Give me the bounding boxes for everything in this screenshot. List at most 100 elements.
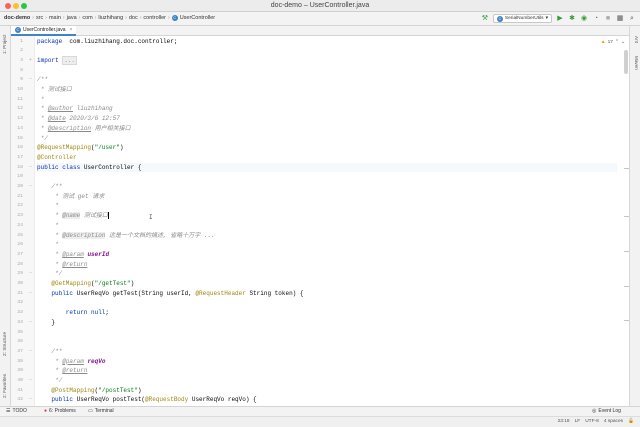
tab-user-controller[interactable]: C UserController.java × xyxy=(11,26,77,36)
line-separator[interactable]: LF xyxy=(575,419,581,424)
code-editor[interactable]: 1 2 3 +8 9−10 11 12 13 14 15 16 17 18−19 20−21 22 23 24 2… xyxy=(11,36,629,406)
code-token[interactable]: ... xyxy=(62,55,78,65)
inspection-widget[interactable]: ▲ 17 ⌃ ⌄ xyxy=(601,39,625,45)
lock-icon[interactable]: 🔓 xyxy=(628,419,634,424)
indent-setting[interactable]: 4 spaces xyxy=(604,419,623,424)
code-line[interactable]: @PostMapping("/postTest") xyxy=(37,386,617,396)
code-line[interactable]: * @return xyxy=(37,260,617,270)
code-line[interactable] xyxy=(37,337,617,347)
close-icon[interactable]: × xyxy=(70,27,73,33)
event-log-tool-button[interactable]: ◎ Event Log xyxy=(592,408,621,414)
structure-tool-button[interactable]: Z: Structure xyxy=(2,332,7,356)
code-line[interactable]: * xyxy=(37,201,617,211)
line-number: 41 xyxy=(17,387,23,393)
breadcrumb-item[interactable]: com xyxy=(82,15,92,21)
code-line[interactable]: @Controller xyxy=(37,153,617,163)
coverage-icon[interactable]: ◉ xyxy=(580,15,588,23)
code-line[interactable]: * 测试 get 请求 xyxy=(37,192,617,202)
code-line[interactable] xyxy=(37,328,617,338)
code-line[interactable]: */ xyxy=(37,134,617,144)
profile-icon[interactable]: ◔ xyxy=(592,15,600,23)
code-line[interactable]: @RequestMapping("/user") xyxy=(37,143,617,153)
maven-tool-button[interactable]: Maven xyxy=(634,56,639,70)
code-line[interactable]: * xyxy=(37,240,617,250)
search-icon[interactable]: ⌕ xyxy=(628,15,636,23)
code-token: */ xyxy=(37,134,48,142)
code-line[interactable]: * xyxy=(37,95,617,105)
run-configuration-select[interactable]: C SerialNumberUtils ▾ xyxy=(492,14,552,23)
breadcrumb-item[interactable]: UserController xyxy=(180,15,215,21)
code-line[interactable]: * @description 这是一个文档的描述, 省略十万字 ... xyxy=(37,231,617,241)
code-line[interactable]: import ... xyxy=(37,55,617,66)
code-line[interactable]: * @param reqVo xyxy=(37,357,617,367)
project-tool-button[interactable]: 1: Project xyxy=(2,35,7,54)
breadcrumb-item[interactable]: java xyxy=(67,15,77,21)
code-line[interactable]: @GetMapping("/getTest") xyxy=(37,279,617,289)
fold-toggle-icon[interactable]: − xyxy=(29,347,32,357)
file-encoding[interactable]: UTF-8 xyxy=(585,419,599,424)
code-line[interactable]: } xyxy=(37,318,617,328)
caret-position[interactable]: 23:18 xyxy=(558,419,570,424)
fold-toggle-icon[interactable]: − xyxy=(29,289,32,299)
code-line[interactable] xyxy=(37,46,617,56)
code-line[interactable]: * 测试接口 xyxy=(37,85,617,95)
code-line[interactable]: return null; xyxy=(37,308,617,318)
code-token: liuzhihang xyxy=(73,105,113,113)
code-line[interactable] xyxy=(37,172,617,182)
breadcrumb-item[interactable]: doc xyxy=(129,15,138,21)
stop-icon[interactable]: ■ xyxy=(604,15,612,23)
code-line[interactable]: * @date 2020/3/6 12:57 xyxy=(37,114,617,124)
code-line[interactable]: public UserReqVo getTest(String userId, … xyxy=(37,289,617,299)
terminal-tool-button[interactable]: ▭ Terminal xyxy=(88,408,114,414)
fold-toggle-icon[interactable]: − xyxy=(29,163,32,173)
fold-toggle-icon[interactable]: − xyxy=(29,376,32,386)
problems-tool-button[interactable]: ● 6: Problems xyxy=(44,408,76,414)
ant-tool-button[interactable]: Ant xyxy=(634,36,639,43)
breadcrumb-item[interactable]: liuzhihang xyxy=(98,15,123,21)
line-number-gutter: 1 2 3 +8 9−10 11 12 13 14 15 16 17 18−19 20−21 22 23 24 2… xyxy=(11,36,35,406)
right-tool-strip: Ant Maven xyxy=(629,26,640,406)
code-line[interactable]: /** xyxy=(37,347,617,357)
breadcrumb-item[interactable]: doc-demo xyxy=(4,15,30,21)
line-number: 8 xyxy=(20,67,23,73)
code-line[interactable]: * @return xyxy=(37,366,617,376)
class-icon: C xyxy=(171,15,178,21)
scrollbar-thumb[interactable] xyxy=(624,50,628,74)
line-number: 20 xyxy=(17,184,23,189)
code-line[interactable]: public class UserController { xyxy=(37,162,617,173)
todo-tool-button[interactable]: ☰ TODO xyxy=(6,408,27,414)
fold-toggle-icon[interactable]: − xyxy=(29,182,32,192)
breadcrumb-item[interactable]: src xyxy=(36,15,43,21)
code-line[interactable]: */ xyxy=(37,269,617,279)
fold-toggle-icon[interactable]: − xyxy=(29,318,32,328)
code-line[interactable]: * xyxy=(37,221,617,231)
fold-toggle-icon[interactable]: − xyxy=(29,75,32,85)
vertical-scrollbar[interactable] xyxy=(623,36,629,406)
fold-toggle-icon[interactable]: + xyxy=(29,56,32,66)
code-line[interactable]: public UserReqVo postTest(@RequestBody U… xyxy=(37,395,617,405)
code-line[interactable] xyxy=(37,298,617,308)
code-area[interactable]: package com.liuzhihang.doc.controller; im… xyxy=(37,36,617,406)
code-token: UserReqVo postTest( xyxy=(73,396,146,404)
project-structure-icon[interactable]: ▦ xyxy=(616,15,624,23)
code-line[interactable]: package com.liuzhihang.doc.controller; xyxy=(37,37,617,47)
breadcrumb-item[interactable]: main xyxy=(49,15,61,21)
window-title: doc-demo – UserController.java xyxy=(270,2,370,9)
debug-icon[interactable]: ✱ xyxy=(568,15,576,23)
breadcrumb-item[interactable]: controller xyxy=(143,15,166,21)
code-line[interactable]: * @param userId xyxy=(37,250,617,260)
code-token: * 测试 get 请求 xyxy=(37,192,105,200)
code-line[interactable]: * @name 测试接口 xyxy=(37,211,617,221)
code-line[interactable]: * @description 用户相关接口 xyxy=(37,124,617,134)
fold-toggle-icon[interactable]: − xyxy=(29,395,32,405)
run-icon[interactable]: ▶ xyxy=(556,15,564,23)
build-hammer-icon[interactable]: ⚒ xyxy=(481,15,489,23)
fold-toggle-icon[interactable]: − xyxy=(29,269,32,279)
code-line[interactable]: */ xyxy=(37,376,617,386)
code-line[interactable] xyxy=(37,66,617,76)
code-line[interactable]: /** xyxy=(37,75,617,85)
code-line[interactable]: * @author liuzhihang xyxy=(37,104,617,114)
todo-label: TODO xyxy=(12,408,27,414)
code-line[interactable]: /** xyxy=(37,182,617,192)
favorites-tool-button[interactable]: 2: Favorites xyxy=(2,374,7,398)
